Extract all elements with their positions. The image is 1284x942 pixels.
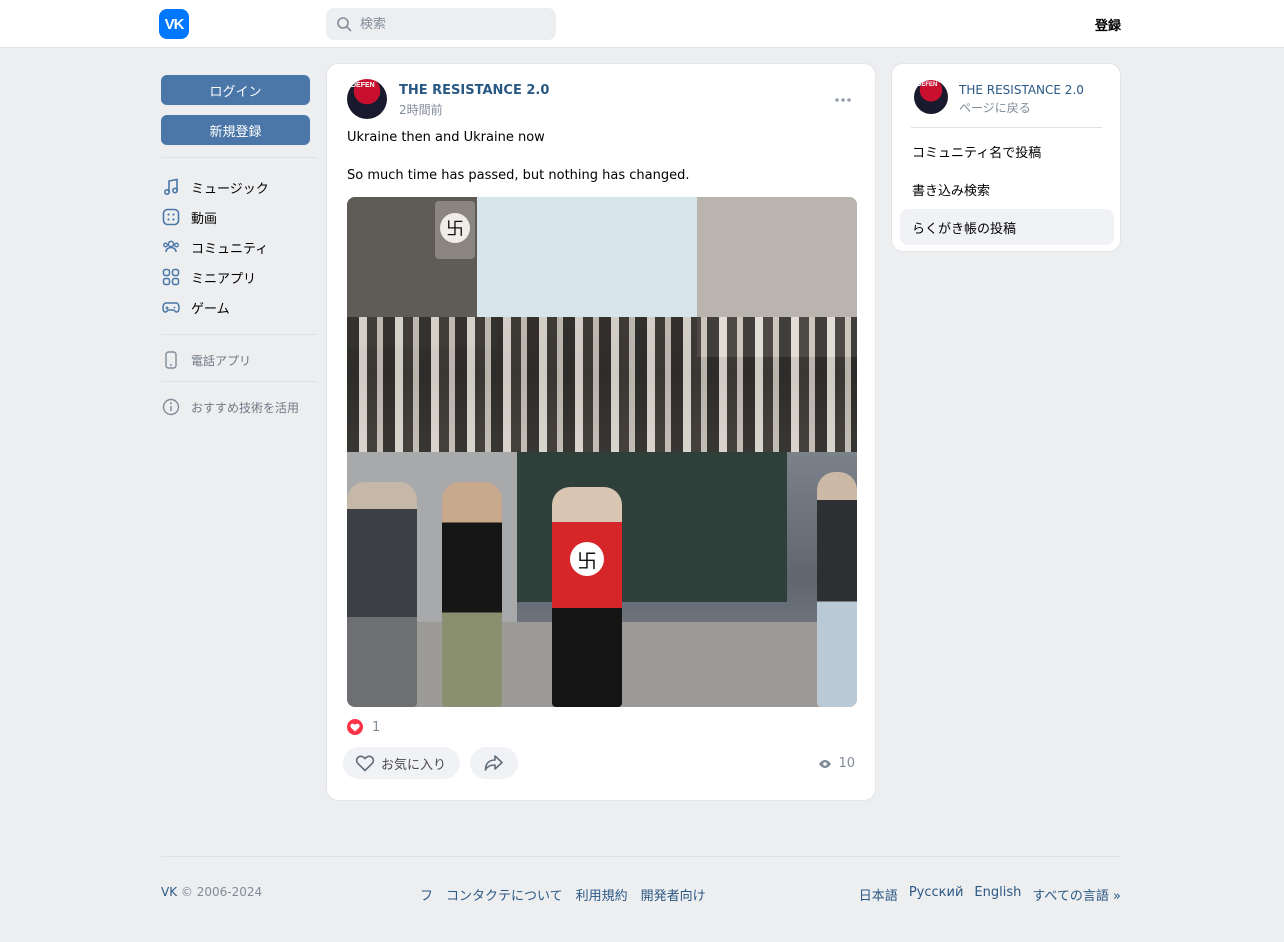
- footer-copyright: VK © 2006-2024: [161, 885, 262, 899]
- eye-icon: [819, 759, 832, 768]
- divider: [161, 381, 317, 382]
- post-text: Ukraine then and Ukraine now: [347, 130, 545, 145]
- footer-brand-link[interactable]: VK: [161, 885, 177, 899]
- heart-reaction-icon: [347, 719, 363, 735]
- community-side-card: DEFEN THE RESISTANCE 2.0 ページに戻る コミュニティ名で…: [891, 63, 1121, 252]
- sidebar-item-label: 動画: [191, 211, 218, 227]
- footer-link-about[interactable]: コンタクテについて: [446, 885, 563, 904]
- post-author-link[interactable]: THE RESISTANCE 2.0: [399, 83, 549, 98]
- more-dots-icon: [835, 98, 851, 102]
- footer-languages: 日本語 Русский English すべての言語 »: [859, 885, 1121, 904]
- sidebar-item-label: コミュニティ: [191, 241, 269, 257]
- sidebar-item-community[interactable]: コミュニティ: [161, 232, 317, 262]
- post-timestamp[interactable]: 2時間前: [399, 101, 443, 118]
- left-sidebar: ログイン 新規登録 ミュージック 動画 コミュニティ ミニアプリ ゲーム 電話ア…: [161, 75, 317, 422]
- views-count: 10: [838, 756, 855, 771]
- search-box[interactable]: [326, 8, 556, 40]
- music-icon: [161, 177, 181, 197]
- avatar-label: DEFEN: [917, 82, 938, 88]
- menu-item-community-posts[interactable]: コミュニティ名で投稿: [900, 133, 1114, 169]
- divider: [161, 157, 317, 158]
- views-counter: 10: [818, 756, 855, 771]
- post-text: So much time has passed, but nothing has…: [347, 168, 690, 183]
- sidebar-item-label: ミュージック: [191, 181, 269, 197]
- share-button[interactable]: [470, 747, 518, 779]
- footer-copyright-text: © 2006-2024: [180, 885, 263, 899]
- footer-divider: [161, 856, 1121, 857]
- post-photo[interactable]: 卐 卐: [347, 197, 857, 707]
- info-icon: [161, 397, 181, 417]
- search-icon: [337, 17, 352, 32]
- sidebar-item-games[interactable]: ゲーム: [161, 292, 317, 322]
- community-icon: [161, 237, 181, 257]
- divider: [161, 334, 317, 335]
- top-header: VK 登録: [0, 0, 1284, 48]
- lang-russian[interactable]: Русский: [909, 885, 964, 904]
- search-input[interactable]: [360, 16, 550, 32]
- login-button[interactable]: ログイン: [161, 75, 310, 105]
- register-link[interactable]: 登録: [1095, 15, 1121, 34]
- sidebar-item-label: おすすめ技術を活用: [191, 400, 300, 415]
- footer-link-developers[interactable]: 開発者向け: [641, 885, 706, 904]
- sidebar-item-label: 電話アプリ: [191, 353, 252, 368]
- reactions-summary[interactable]: 1: [347, 719, 380, 735]
- footer-links: フ コンタクテについて 利用規約 開発者向け: [420, 885, 706, 904]
- community-name-link[interactable]: THE RESISTANCE 2.0: [959, 83, 1084, 97]
- phone-icon: [161, 350, 181, 370]
- menu-item-wall-search[interactable]: 書き込み検索: [900, 171, 1114, 207]
- video-icon: [161, 207, 181, 227]
- avatar[interactable]: DEFEN: [347, 79, 387, 119]
- photo-modern: 卐: [347, 452, 857, 707]
- more-options-button[interactable]: [833, 90, 853, 110]
- photo-historical: 卐: [347, 197, 857, 452]
- sidebar-item-mini-apps[interactable]: ミニアプリ: [161, 262, 317, 292]
- sidebar-item-recommend[interactable]: おすすめ技術を活用: [161, 392, 317, 422]
- reactions-count: 1: [372, 719, 381, 735]
- back-to-page-link[interactable]: ページに戻る: [959, 99, 1031, 116]
- lang-japanese[interactable]: 日本語: [859, 885, 898, 904]
- divider: [911, 127, 1102, 128]
- like-button-label: お気に入り: [381, 757, 447, 773]
- sidebar-item-label: ミニアプリ: [191, 271, 257, 287]
- sidebar-item-label: ゲーム: [191, 301, 230, 317]
- avatar-label: DEFEN: [351, 82, 375, 89]
- sidebar-item-music[interactable]: ミュージック: [161, 172, 317, 202]
- sidebar-item-phone-app[interactable]: 電話アプリ: [161, 345, 317, 375]
- post-card: DEFEN THE RESISTANCE 2.0 2時間前 Ukraine th…: [326, 63, 876, 801]
- avatar[interactable]: DEFEN: [914, 80, 948, 114]
- menu-item-graffiti-post[interactable]: らくがき帳の投稿: [900, 209, 1114, 245]
- footer-link-terms[interactable]: 利用規約: [576, 885, 628, 904]
- vk-logo[interactable]: VK: [159, 9, 189, 39]
- lang-english[interactable]: English: [974, 885, 1021, 904]
- gamepad-icon: [161, 297, 181, 317]
- flag-shape: 卐: [435, 201, 475, 259]
- share-icon: [484, 755, 503, 771]
- signup-button[interactable]: 新規登録: [161, 115, 310, 145]
- footer-link[interactable]: フ: [420, 885, 433, 904]
- heart-icon: [355, 755, 375, 772]
- sidebar-item-video[interactable]: 動画: [161, 202, 317, 232]
- mini-apps-icon: [161, 267, 181, 287]
- like-button[interactable]: お気に入り: [343, 747, 461, 779]
- lang-all[interactable]: すべての言語 »: [1032, 885, 1121, 904]
